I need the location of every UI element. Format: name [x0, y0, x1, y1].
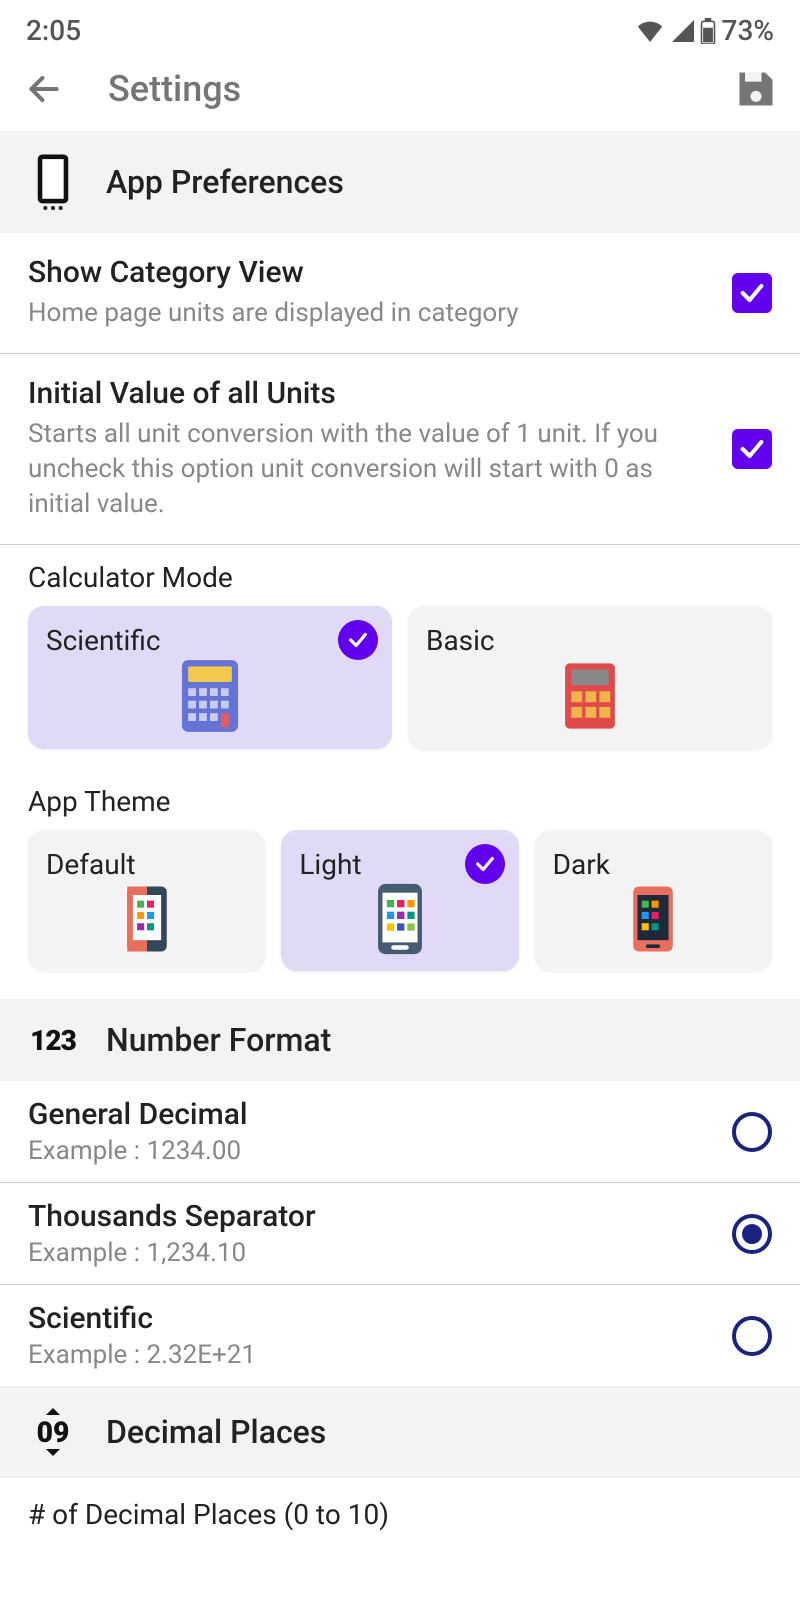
- card-title: Scientific: [46, 624, 374, 657]
- checkbox-show-category[interactable]: [732, 273, 772, 313]
- theme-default-icon: [46, 881, 247, 957]
- setting-desc: Starts all unit conversion with the valu…: [28, 417, 716, 522]
- radio-thousands-separator[interactable]: [732, 1214, 772, 1254]
- theme-light-icon: [299, 881, 500, 957]
- format-desc: Example : 2.32E+21: [28, 1340, 732, 1370]
- page-title: Settings: [108, 68, 732, 110]
- format-title: Thousands Separator: [28, 1199, 732, 1234]
- wifi-icon: [636, 20, 664, 42]
- signal-icon: [670, 20, 694, 42]
- section-header-number-format: 123 Number Format: [0, 999, 800, 1081]
- label-app-theme: App Theme: [0, 769, 800, 830]
- setting-show-category-view[interactable]: Show Category View Home page units are d…: [0, 233, 800, 354]
- save-icon: [734, 67, 778, 111]
- format-desc: Example : 1,234.10: [28, 1238, 732, 1268]
- format-title: Scientific: [28, 1301, 732, 1336]
- setting-initial-value[interactable]: Initial Value of all Units Starts all un…: [0, 354, 800, 545]
- label-calculator-mode: Calculator Mode: [0, 545, 800, 606]
- check-icon: [474, 853, 496, 875]
- setting-desc: Home page units are displayed in categor…: [28, 296, 716, 331]
- status-time: 2:05: [26, 14, 81, 47]
- calculator-mode-options: Scientific Basic: [0, 606, 800, 769]
- setting-title: Initial Value of all Units: [28, 376, 716, 411]
- card-title: Default: [46, 848, 247, 881]
- section-title: Decimal Places: [106, 1413, 326, 1451]
- save-button[interactable]: [732, 65, 780, 113]
- format-desc: Example : 1234.00: [28, 1136, 732, 1166]
- option-theme-dark[interactable]: Dark: [535, 830, 772, 971]
- checkbox-initial-value[interactable]: [732, 429, 772, 469]
- section-header-decimal-places: 09 Decimal Places: [0, 1386, 800, 1478]
- format-general-decimal[interactable]: General Decimal Example : 1234.00: [0, 1081, 800, 1183]
- radio-scientific[interactable]: [732, 1316, 772, 1356]
- option-theme-light[interactable]: Light: [281, 830, 518, 971]
- check-icon: [347, 629, 369, 651]
- app-theme-options: Default Light Dark: [0, 830, 800, 999]
- decimal-places-icon: 09: [28, 1408, 78, 1456]
- selected-badge: [465, 844, 505, 884]
- status-bar: 2:05 73%: [0, 0, 800, 55]
- radio-general-decimal[interactable]: [732, 1112, 772, 1152]
- check-icon: [738, 279, 766, 307]
- section-title: App Preferences: [106, 163, 344, 201]
- app-header: Settings: [0, 55, 800, 131]
- format-thousands-separator[interactable]: Thousands Separator Example : 1,234.10: [0, 1183, 800, 1285]
- card-title: Dark: [553, 848, 754, 881]
- card-title: Basic: [426, 624, 754, 657]
- calculator-scientific-icon: [46, 657, 374, 735]
- option-theme-default[interactable]: Default: [28, 830, 265, 971]
- section-header-app-preferences: App Preferences: [0, 131, 800, 233]
- decimal-places-label: # of Decimal Places (0 to 10): [0, 1478, 800, 1531]
- option-scientific[interactable]: Scientific: [28, 606, 392, 749]
- status-icons: 73%: [636, 14, 774, 47]
- calculator-basic-icon: [426, 657, 754, 735]
- arrow-left-icon: [25, 70, 63, 108]
- battery-icon: [700, 18, 716, 44]
- back-button[interactable]: [20, 65, 68, 113]
- setting-title: Show Category View: [28, 255, 716, 290]
- battery-percent: 73%: [722, 14, 774, 47]
- smartphone-icon: [34, 153, 72, 211]
- format-scientific[interactable]: Scientific Example : 2.32E+21: [0, 1285, 800, 1386]
- number-format-icon: 123: [28, 1024, 78, 1057]
- format-title: General Decimal: [28, 1097, 732, 1132]
- section-title: Number Format: [106, 1021, 331, 1059]
- option-basic[interactable]: Basic: [408, 606, 772, 749]
- theme-dark-icon: [553, 881, 754, 957]
- svg-text:09: 09: [37, 1416, 70, 1449]
- check-icon: [738, 435, 766, 463]
